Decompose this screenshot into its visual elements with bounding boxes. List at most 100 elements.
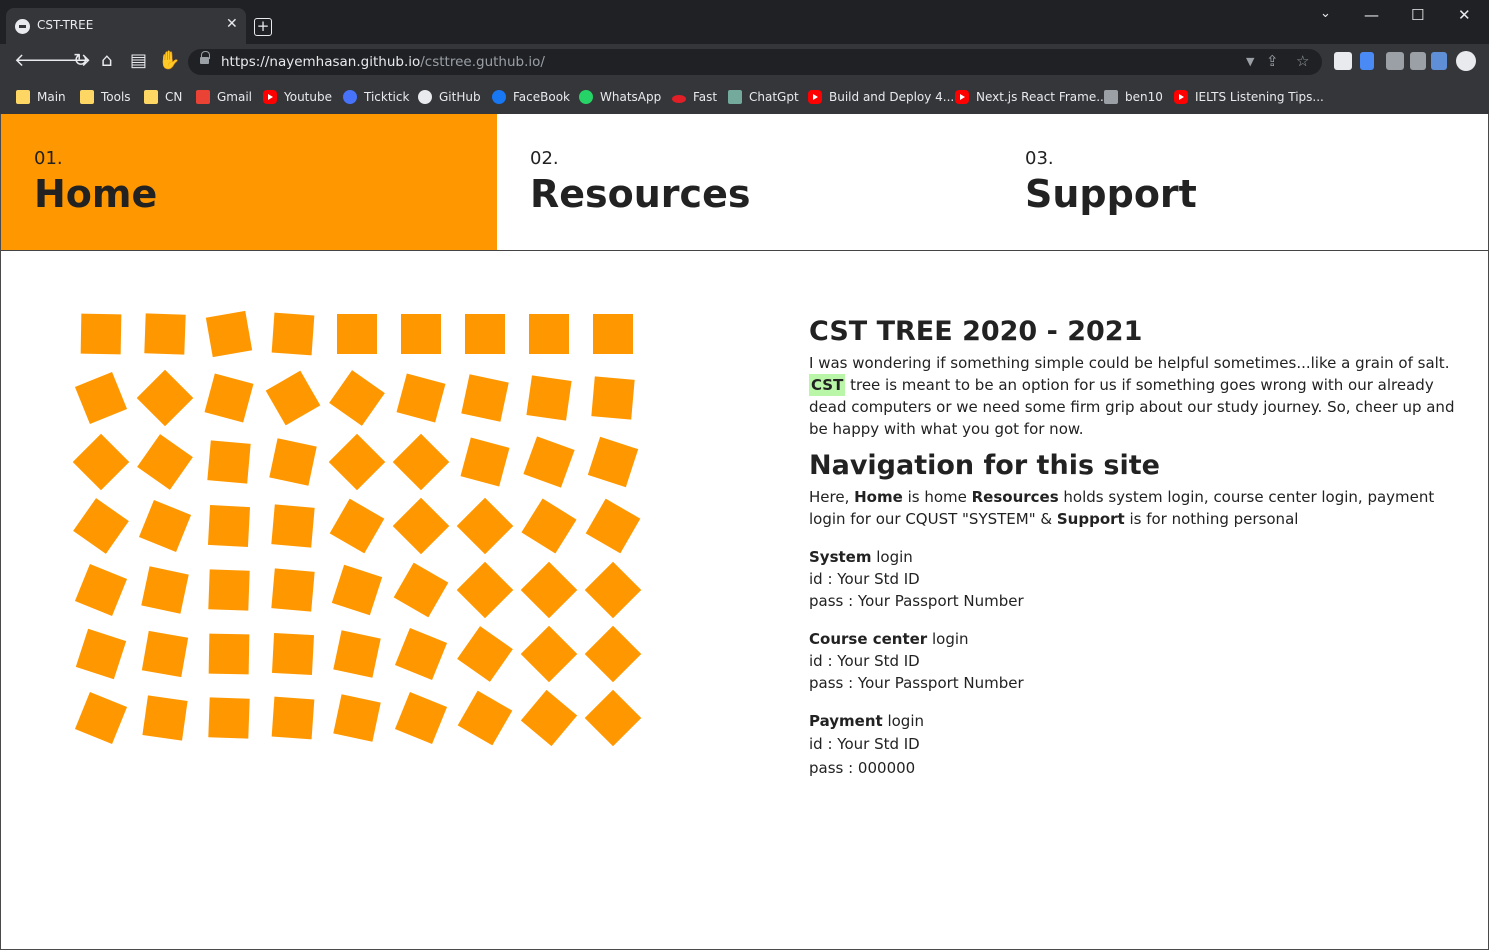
orange-square — [396, 373, 446, 423]
rotating-squares-art — [61, 304, 661, 754]
media-icon[interactable] — [1410, 52, 1426, 70]
reload-icon[interactable]: ↻ — [73, 52, 88, 70]
nav-resources[interactable]: 02. Resources — [497, 114, 993, 250]
bookmark-label: WhatsApp — [600, 90, 662, 104]
bookmark-label: ben10 — [1125, 90, 1163, 104]
orange-square — [591, 376, 635, 420]
youtube-icon — [955, 90, 969, 104]
nav-resources-text: Resources — [971, 488, 1059, 506]
orange-square — [392, 497, 450, 555]
cst-highlight: CST — [809, 374, 846, 396]
bookmark-star-icon[interactable]: ☆ — [1296, 52, 1309, 70]
page-title: CST TREE 2020 - 2021 — [809, 316, 1143, 347]
orange-square — [205, 310, 253, 358]
dropdown-icon[interactable]: ▼ — [1246, 55, 1254, 68]
minimize-icon[interactable]: — — [1364, 6, 1379, 24]
shield-extension-icon[interactable] — [1334, 52, 1352, 70]
orange-square — [204, 373, 254, 423]
bookmark-whatsapp[interactable]: WhatsApp — [579, 88, 661, 106]
bookmark-label: FaceBook — [513, 90, 570, 104]
clapper-icon — [1104, 90, 1118, 104]
home-icon[interactable]: ⌂ — [101, 52, 112, 70]
web-page: 01. Home 02. Resources 03. Support CST T… — [0, 114, 1489, 950]
nav-number: 01. — [34, 148, 63, 169]
tab-cst-tree[interactable]: CST-TREE ✕ — [6, 8, 246, 44]
share-icon[interactable]: ⇪ — [1266, 52, 1279, 70]
lock-icon[interactable] — [200, 51, 210, 66]
bookmark-ticktick[interactable]: Ticktick — [343, 88, 409, 106]
tab-close-icon[interactable]: ✕ — [226, 16, 238, 32]
bookmark-ielts[interactable]: IELTS Listening Tips... — [1174, 88, 1324, 106]
bookmark-tools[interactable]: Tools — [80, 88, 131, 106]
bookmark-label: Ticktick — [364, 90, 410, 104]
orange-square — [461, 374, 509, 422]
orange-square — [457, 690, 513, 746]
orange-square — [271, 312, 315, 356]
panel-icon[interactable]: ▤ — [130, 52, 147, 70]
bookmark-ben10[interactable]: ben10 — [1104, 88, 1163, 106]
settings-gear-icon[interactable] — [1456, 51, 1476, 71]
orange-square — [329, 498, 385, 554]
bookmark-nextjs[interactable]: Next.js React Frame... — [955, 88, 1108, 106]
bookmark-label: GitHub — [439, 90, 481, 104]
tab-search-icon[interactable]: ⌄ — [1320, 6, 1331, 21]
login-name: System — [809, 548, 872, 566]
bookmark-label: Next.js React Frame... — [976, 90, 1108, 104]
hand-icon[interactable]: ✋ — [158, 52, 180, 70]
bookmark-facebook[interactable]: FaceBook — [492, 88, 570, 106]
bookmark-youtube[interactable]: Youtube — [263, 88, 332, 106]
intro-line: I was wondering if something simple coul… — [809, 354, 1450, 372]
puzzle-icon[interactable] — [1386, 52, 1404, 70]
address-bar[interactable]: https://nayemhasan.github.io/csttree.gut… — [188, 49, 1322, 75]
bookmark-label: IELTS Listening Tips... — [1195, 90, 1324, 104]
orange-square — [329, 370, 385, 426]
download-icon[interactable] — [1431, 52, 1447, 70]
login-title: Payment login — [809, 710, 1459, 732]
close-window-icon[interactable]: ✕ — [1458, 6, 1471, 24]
orange-square — [584, 625, 642, 683]
url-text: https://nayemhasan.github.io/csttree.gut… — [221, 54, 545, 70]
orange-square — [265, 370, 321, 426]
bookmark-fast[interactable]: Fast — [672, 88, 717, 106]
login-pass: pass : Your Passport Number — [809, 592, 1024, 610]
bookmark-build-deploy[interactable]: Build and Deploy 4... — [808, 88, 954, 106]
bookmark-gmail[interactable]: Gmail — [196, 88, 252, 106]
nav-label: Home — [34, 172, 158, 216]
orange-square — [457, 626, 513, 682]
login-id: id : Your Std ID — [809, 652, 920, 670]
orange-square — [137, 434, 193, 490]
orange-square — [73, 498, 129, 554]
login-pass: pass : Your Passport Number — [809, 674, 1024, 692]
bookmark-label: Main — [37, 90, 66, 104]
payment-login-block: Payment login id : Your Std ID pass : 00… — [809, 710, 1459, 780]
orange-square — [141, 630, 189, 678]
facebook-icon — [492, 90, 506, 104]
blue-extension-icon[interactable] — [1360, 52, 1374, 70]
nav-support[interactable]: 03. Support — [992, 114, 1488, 250]
nav-home[interactable]: 01. Home — [1, 114, 497, 250]
gmail-icon — [196, 90, 210, 104]
bookmark-main[interactable]: Main — [16, 88, 66, 106]
bookmark-github[interactable]: GitHub — [418, 88, 481, 106]
nav-home-text: Home — [854, 488, 903, 506]
nav-number: 03. — [1025, 148, 1054, 169]
orange-square — [584, 561, 642, 619]
fast-icon — [672, 95, 686, 103]
orange-square — [80, 313, 122, 355]
nav-text: Here, — [809, 488, 855, 506]
nav-support-text: Support — [1056, 510, 1125, 528]
new-tab-button[interactable]: + — [254, 18, 272, 36]
maximize-icon[interactable]: ☐ — [1411, 6, 1424, 24]
orange-square — [393, 562, 449, 618]
bookmark-cn[interactable]: CN — [144, 88, 182, 106]
orange-square — [456, 497, 514, 555]
login-suffix: login — [882, 712, 924, 730]
orange-square — [72, 433, 130, 491]
bookmark-chatgpt[interactable]: ChatGpt — [728, 88, 799, 106]
orange-square — [328, 433, 386, 491]
orange-square — [394, 627, 448, 681]
orange-square — [593, 314, 633, 354]
orange-square — [138, 499, 192, 553]
orange-square — [75, 628, 127, 680]
bookmark-label: Fast — [693, 90, 718, 104]
